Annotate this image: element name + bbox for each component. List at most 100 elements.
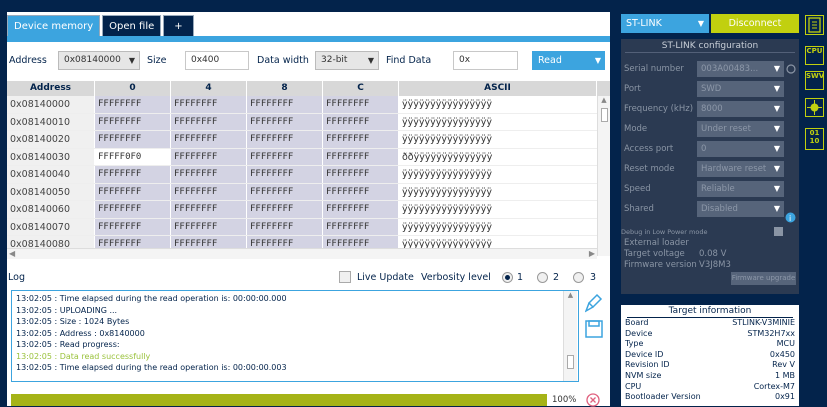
data-cell[interactable]: FFFFFFFF (323, 148, 399, 165)
col-address[interactable]: Address (7, 81, 95, 96)
ascii-cell[interactable]: ððÿÿÿÿÿÿÿÿÿÿÿÿÿÿ (399, 148, 595, 165)
ascii-cell[interactable]: ÿÿÿÿÿÿÿÿÿÿÿÿÿÿÿÿ (399, 201, 595, 218)
data-cell[interactable]: FFFFFFFF (171, 201, 247, 218)
refresh-icon[interactable] (785, 63, 797, 75)
table-row[interactable]: 0x08140020 FFFFFFFF FFFFFFFF FFFFFFFF FFFFFF… (7, 131, 610, 149)
table-horizontal-scrollbar[interactable]: ◀ ▶ (7, 248, 597, 259)
ascii-cell[interactable]: ÿÿÿÿÿÿÿÿÿÿÿÿÿÿÿÿ (399, 183, 595, 200)
data-cell[interactable]: FFFFFFFF (171, 96, 247, 113)
table-row[interactable]: 0x08140030 FFFFF0F0 FFFFFFFF FFFFFFFF FFFFFF… (7, 148, 610, 166)
tab-device-memory[interactable]: Device memory (7, 15, 101, 37)
config-select[interactable]: Reliable ▼ (697, 181, 784, 197)
data-cell[interactable]: FFFFFFFF (171, 166, 247, 183)
data-cell[interactable]: FFFFFFFF (95, 201, 171, 218)
data-cell[interactable]: FFFFFFFF (171, 218, 247, 235)
data-cell[interactable]: FFFFFFFF (171, 131, 247, 148)
table-vertical-scrollbar[interactable]: ▲ (597, 96, 610, 256)
info-icon[interactable]: i (785, 212, 796, 223)
log-scrollbar[interactable]: ▲ (563, 291, 577, 381)
data-cell[interactable]: FFFFFFFF (323, 131, 399, 148)
col-0[interactable]: 0 (95, 81, 171, 96)
table-row[interactable]: 0x08140070 FFFFFFFF FFFFFFFF FFFFFFFF FFFFFF… (7, 218, 610, 236)
save-log-icon[interactable] (585, 320, 603, 338)
debug-low-power-checkbox[interactable] (774, 227, 783, 236)
clear-log-icon[interactable] (585, 293, 603, 313)
log-line: 13:02:05 : Size : 1024 Bytes (16, 317, 130, 326)
data-cell[interactable]: FFFFFFFF (95, 96, 171, 113)
col-ascii[interactable]: ASCII (399, 81, 597, 96)
table-row[interactable]: 0x08140000 FFFFFFFF FFFFFFFF FFFFFFFF FFFFFF… (7, 96, 610, 114)
swv-icon[interactable]: SWV (805, 71, 824, 90)
col-4[interactable]: 4 (171, 81, 247, 96)
data-cell[interactable]: FFFFFFFF (247, 131, 323, 148)
cpu-icon[interactable]: CPU (805, 46, 824, 65)
scroll-right-icon[interactable]: ▶ (589, 249, 595, 258)
size-input[interactable]: 0x400 (185, 51, 249, 70)
data-cell[interactable]: FFFFF0F0 (95, 148, 171, 165)
data-cell[interactable]: FFFFFFFF (323, 201, 399, 218)
probe-select[interactable]: ST-LINK ▼ (621, 14, 709, 33)
scroll-up-icon[interactable]: ▲ (564, 291, 577, 299)
verbosity-radio-1[interactable] (502, 272, 513, 283)
scroll-left-icon[interactable]: ◀ (9, 249, 15, 258)
ascii-cell[interactable]: ÿÿÿÿÿÿÿÿÿÿÿÿÿÿÿÿ (399, 131, 595, 148)
data-cell[interactable]: FFFFFFFF (171, 113, 247, 130)
ascii-cell[interactable]: ÿÿÿÿÿÿÿÿÿÿÿÿÿÿÿÿ (399, 166, 595, 183)
tab-add[interactable]: + (163, 15, 194, 37)
table-row[interactable]: 0x08140010 FFFFFFFF FFFFFFFF FFFFFFFF FFFFFF… (7, 113, 610, 131)
data-cell[interactable]: FFFFFFFF (95, 218, 171, 235)
config-select[interactable]: SWD ▼ (697, 81, 784, 97)
data-cell[interactable]: FFFFFFFF (247, 166, 323, 183)
data-cell[interactable]: FFFFFFFF (247, 201, 323, 218)
scroll-thumb[interactable] (567, 355, 574, 369)
data-cell[interactable]: FFFFFFFF (323, 218, 399, 235)
table-row[interactable]: 0x08140040 FFFFFFFF FFFFFFFF FFFFFFFF FFFFFF… (7, 166, 610, 184)
verbosity-radio-2[interactable] (537, 272, 548, 283)
table-row[interactable]: 0x08140050 FFFFFFFF FFFFFFFF FFFFFFFF FFFFFF… (7, 183, 610, 201)
ascii-cell[interactable]: ÿÿÿÿÿÿÿÿÿÿÿÿÿÿÿÿ (399, 96, 595, 113)
data-cell[interactable]: FFFFFFFF (95, 113, 171, 130)
cancel-icon[interactable] (586, 393, 600, 407)
memory-programming-icon[interactable] (805, 15, 824, 35)
data-cell[interactable]: FFFFFFFF (323, 113, 399, 130)
data-cell[interactable]: FFFFFFFF (95, 166, 171, 183)
live-update-checkbox[interactable] (339, 271, 351, 283)
address-input[interactable]: 0x08140000 ▼ (58, 51, 140, 70)
config-key: Frequency (kHz) (624, 104, 694, 114)
scroll-thumb[interactable] (601, 108, 608, 122)
verbosity-radio-3[interactable] (573, 272, 584, 283)
data-cell[interactable]: FFFFFFFF (247, 113, 323, 130)
scroll-up-icon[interactable]: ▲ (598, 96, 610, 104)
table-row[interactable]: 0x08140060 FFFFFFFF FFFFFFFF FFFFFFFF FFFFFF… (7, 201, 610, 219)
col-c[interactable]: C (323, 81, 399, 96)
ascii-cell[interactable]: ÿÿÿÿÿÿÿÿÿÿÿÿÿÿÿÿ (399, 218, 595, 235)
disconnect-button[interactable]: Disconnect (711, 14, 799, 33)
tab-open-file[interactable]: Open file (102, 15, 162, 37)
ascii-cell[interactable]: ÿÿÿÿÿÿÿÿÿÿÿÿÿÿÿÿ (399, 113, 595, 130)
data-cell[interactable]: FFFFFFFF (95, 183, 171, 200)
data-cell[interactable]: FFFFFFFF (247, 183, 323, 200)
data-cell[interactable]: FFFFFFFF (323, 166, 399, 183)
find-data-input[interactable]: 0x (453, 51, 518, 70)
read-button[interactable]: Read ▼ (532, 51, 605, 70)
config-select[interactable]: Under reset ▼ (697, 121, 784, 137)
data-cell[interactable]: FFFFFFFF (171, 183, 247, 200)
data-cell[interactable]: FFFFFFFF (323, 96, 399, 113)
data-cell[interactable]: FFFFFFFF (323, 183, 399, 200)
data-cell[interactable]: FFFFFFFF (247, 96, 323, 113)
data-width-select[interactable]: 32-bit ▼ (315, 51, 379, 70)
data-cell[interactable]: FFFFFFFF (171, 148, 247, 165)
config-select[interactable]: 0 ▼ (697, 141, 784, 157)
config-row: Frequency (kHz) 8000 ▼ (624, 101, 796, 117)
col-8[interactable]: 8 (247, 81, 323, 96)
binary-icon[interactable]: 01 10 (805, 128, 824, 150)
config-select[interactable]: Hardware reset ▼ (697, 161, 784, 177)
security-icon[interactable] (805, 98, 824, 117)
data-cell[interactable]: FFFFFFFF (247, 148, 323, 165)
config-select[interactable]: Disabled ▼ (697, 201, 784, 217)
data-cell[interactable]: FFFFFFFF (95, 131, 171, 148)
config-select[interactable]: 003A00483... ▼ (697, 61, 784, 77)
firmware-upgrade-button[interactable]: Firmware upgrade (731, 272, 796, 285)
config-select[interactable]: 8000 ▼ (697, 101, 784, 117)
data-cell[interactable]: FFFFFFFF (247, 218, 323, 235)
